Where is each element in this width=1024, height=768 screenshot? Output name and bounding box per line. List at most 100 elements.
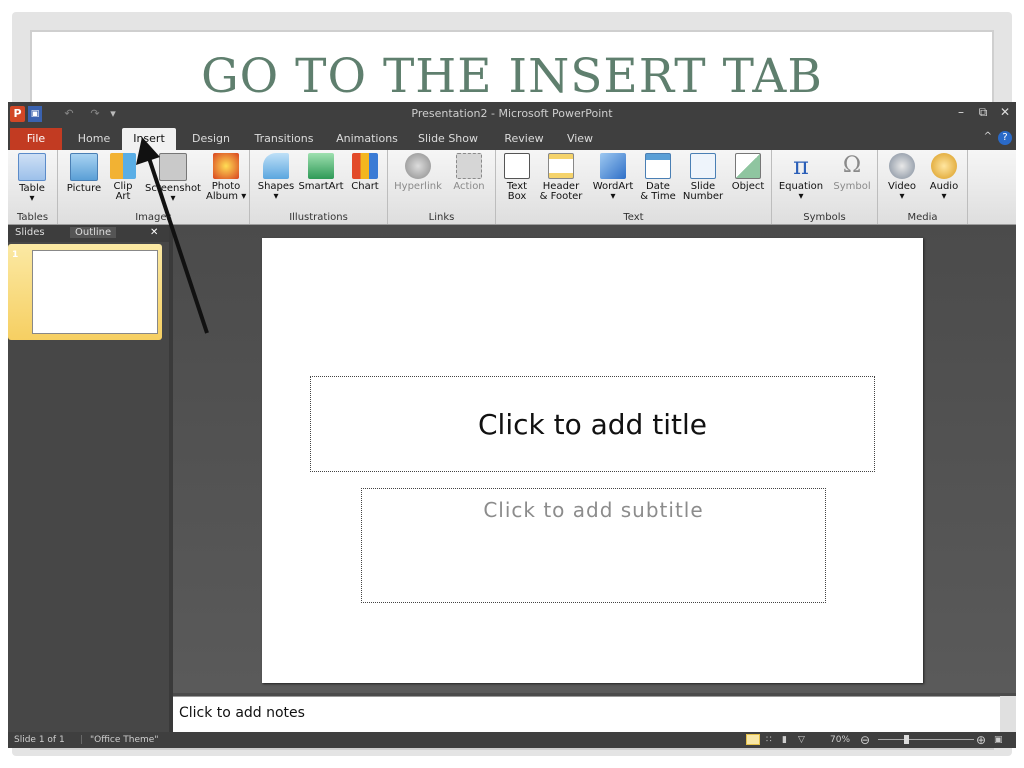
tab-view[interactable]: View	[560, 128, 600, 150]
slide-thumbnail-number: 1	[12, 250, 19, 260]
tab-file[interactable]: File	[10, 128, 62, 150]
symbol-icon: Ω	[842, 153, 862, 178]
audio-button[interactable]: Audio ▾	[924, 153, 964, 202]
slide-canvas[interactable]: Click to add title Click to add subtitle	[262, 238, 923, 683]
shapes-button[interactable]: Shapes ▾	[256, 153, 296, 202]
slide-count: Slide 1 of 1	[14, 735, 65, 745]
slide-heading: GO TO THE INSERT TAB	[201, 49, 823, 104]
group-label-text: Text	[623, 212, 644, 223]
window-title: Presentation2 - Microsoft PowerPoint	[411, 107, 613, 120]
screenshot-icon	[159, 153, 187, 181]
group-tables: Table ▾ Tables	[8, 150, 58, 224]
group-symbols: π Equation ▾ Ω Symbol Symbols	[772, 150, 878, 224]
notes-pane[interactable]: Click to add notes	[173, 696, 1000, 732]
group-label-illustrations: Illustrations	[289, 212, 348, 223]
object-icon	[735, 153, 761, 179]
action-icon	[456, 153, 482, 179]
fit-to-window-icon[interactable]: ▣	[994, 732, 1003, 748]
text-box-icon	[504, 153, 530, 179]
hyperlink-icon	[405, 153, 431, 179]
zoom-in-icon[interactable]: ⊕	[976, 732, 986, 748]
minimize-ribbon-icon[interactable]: ^	[984, 131, 992, 142]
zoom-slider-thumb[interactable]	[904, 735, 909, 744]
chart-icon	[352, 153, 378, 179]
video-button[interactable]: Video ▾	[882, 153, 922, 202]
help-icon[interactable]: ?	[998, 131, 1012, 145]
header-footer-icon	[548, 153, 574, 179]
slide-thumbnail[interactable]	[8, 244, 162, 340]
smartart-icon	[308, 153, 334, 179]
table-button[interactable]: Table ▾	[12, 153, 52, 204]
group-illustrations: Shapes ▾ SmartArt Chart Illustrations	[250, 150, 388, 224]
close-pane-icon[interactable]: ✕	[150, 227, 158, 238]
group-label-images: Images	[135, 212, 172, 223]
title-bar: P ▣ ↶ ↷ ▾ Presentation2 - Microsoft Powe…	[8, 102, 1016, 128]
slide-sorter-icon[interactable]: ∷	[766, 732, 772, 748]
shapes-icon	[263, 153, 289, 179]
picture-button[interactable]: Picture	[62, 153, 106, 194]
minimize-button[interactable]: –	[952, 105, 970, 119]
object-button[interactable]: Object	[728, 153, 768, 192]
status-bar: Slide 1 of 1 | "Office Theme" ∷ ▮ ▽ 70% …	[8, 732, 1016, 748]
zoom-slider[interactable]	[878, 739, 974, 740]
date-time-icon	[645, 153, 671, 179]
group-label-tables: Tables	[16, 212, 49, 223]
tab-animations[interactable]: Animations	[334, 128, 400, 150]
slides-pane: Slides Outline ✕ 1	[8, 225, 169, 733]
slide-number-icon	[690, 153, 716, 179]
tab-insert[interactable]: Insert	[122, 128, 176, 150]
table-icon	[18, 153, 46, 181]
zoom-level[interactable]: 70%	[830, 732, 850, 748]
slide-number-button[interactable]: Slide Number	[682, 153, 724, 202]
tab-outline[interactable]: Outline	[70, 227, 117, 238]
powerpoint-window: P ▣ ↶ ↷ ▾ Presentation2 - Microsoft Powe…	[8, 102, 1016, 748]
group-label-links: Links	[428, 212, 455, 223]
close-button[interactable]: ✕	[996, 105, 1014, 119]
slides-pane-tabs: Slides Outline ✕	[8, 225, 169, 242]
reading-view-icon[interactable]: ▮	[782, 732, 787, 748]
date-time-button[interactable]: Date & Time	[638, 153, 678, 202]
zoom-out-icon[interactable]: ⊖	[860, 732, 870, 748]
smartart-button[interactable]: SmartArt	[298, 153, 344, 192]
clip-art-icon	[110, 153, 136, 179]
group-images: Picture Clip Art Screenshot ▾ Photo Albu…	[58, 150, 250, 224]
group-text: Text Box Header & Footer WordArt ▾ Date …	[496, 150, 772, 224]
symbol-button[interactable]: Ω Symbol	[830, 153, 874, 192]
text-box-button[interactable]: Text Box	[502, 153, 532, 202]
audio-icon	[931, 153, 957, 179]
screenshot-button[interactable]: Screenshot ▾	[142, 153, 204, 204]
wordart-button[interactable]: WordArt ▾	[590, 153, 636, 202]
ribbon-insert: Table ▾ Tables Picture Clip Art Screensh…	[8, 150, 1016, 225]
ribbon-tabs: File Home Insert Design Transitions Anim…	[8, 128, 1016, 150]
video-icon	[889, 153, 915, 179]
tab-transitions[interactable]: Transitions	[252, 128, 316, 150]
subtitle-placeholder[interactable]: Click to add subtitle	[361, 488, 826, 603]
tab-slides[interactable]: Slides	[15, 227, 45, 238]
restore-button[interactable]: ⧉	[974, 105, 992, 120]
tab-home[interactable]: Home	[72, 128, 116, 150]
theme-name: "Office Theme"	[90, 735, 159, 745]
chart-button[interactable]: Chart	[346, 153, 384, 192]
group-label-media: Media	[907, 212, 938, 223]
group-media: Video ▾ Audio ▾ Media	[878, 150, 968, 224]
tab-slide-show[interactable]: Slide Show	[414, 128, 482, 150]
group-links: Hyperlink Action Links	[388, 150, 496, 224]
clip-art-button[interactable]: Clip Art	[108, 153, 138, 202]
equation-icon: π	[793, 152, 809, 180]
notes-scrollbar[interactable]	[1000, 696, 1016, 732]
hyperlink-button[interactable]: Hyperlink	[392, 153, 444, 192]
photo-album-icon	[213, 153, 239, 179]
picture-icon	[70, 153, 98, 181]
slide-show-icon[interactable]: ▽	[798, 732, 805, 748]
tab-design[interactable]: Design	[186, 128, 236, 150]
header-footer-button[interactable]: Header & Footer	[536, 153, 586, 202]
slide-thumbnail-preview	[32, 250, 158, 334]
tab-review[interactable]: Review	[500, 128, 548, 150]
equation-button[interactable]: π Equation ▾	[776, 153, 826, 202]
wordart-icon	[600, 153, 626, 179]
action-button[interactable]: Action	[448, 153, 490, 192]
normal-view-icon[interactable]	[746, 734, 760, 745]
photo-album-button[interactable]: Photo Album ▾	[206, 153, 246, 202]
group-label-symbols: Symbols	[803, 212, 846, 223]
title-placeholder[interactable]: Click to add title	[310, 376, 875, 472]
